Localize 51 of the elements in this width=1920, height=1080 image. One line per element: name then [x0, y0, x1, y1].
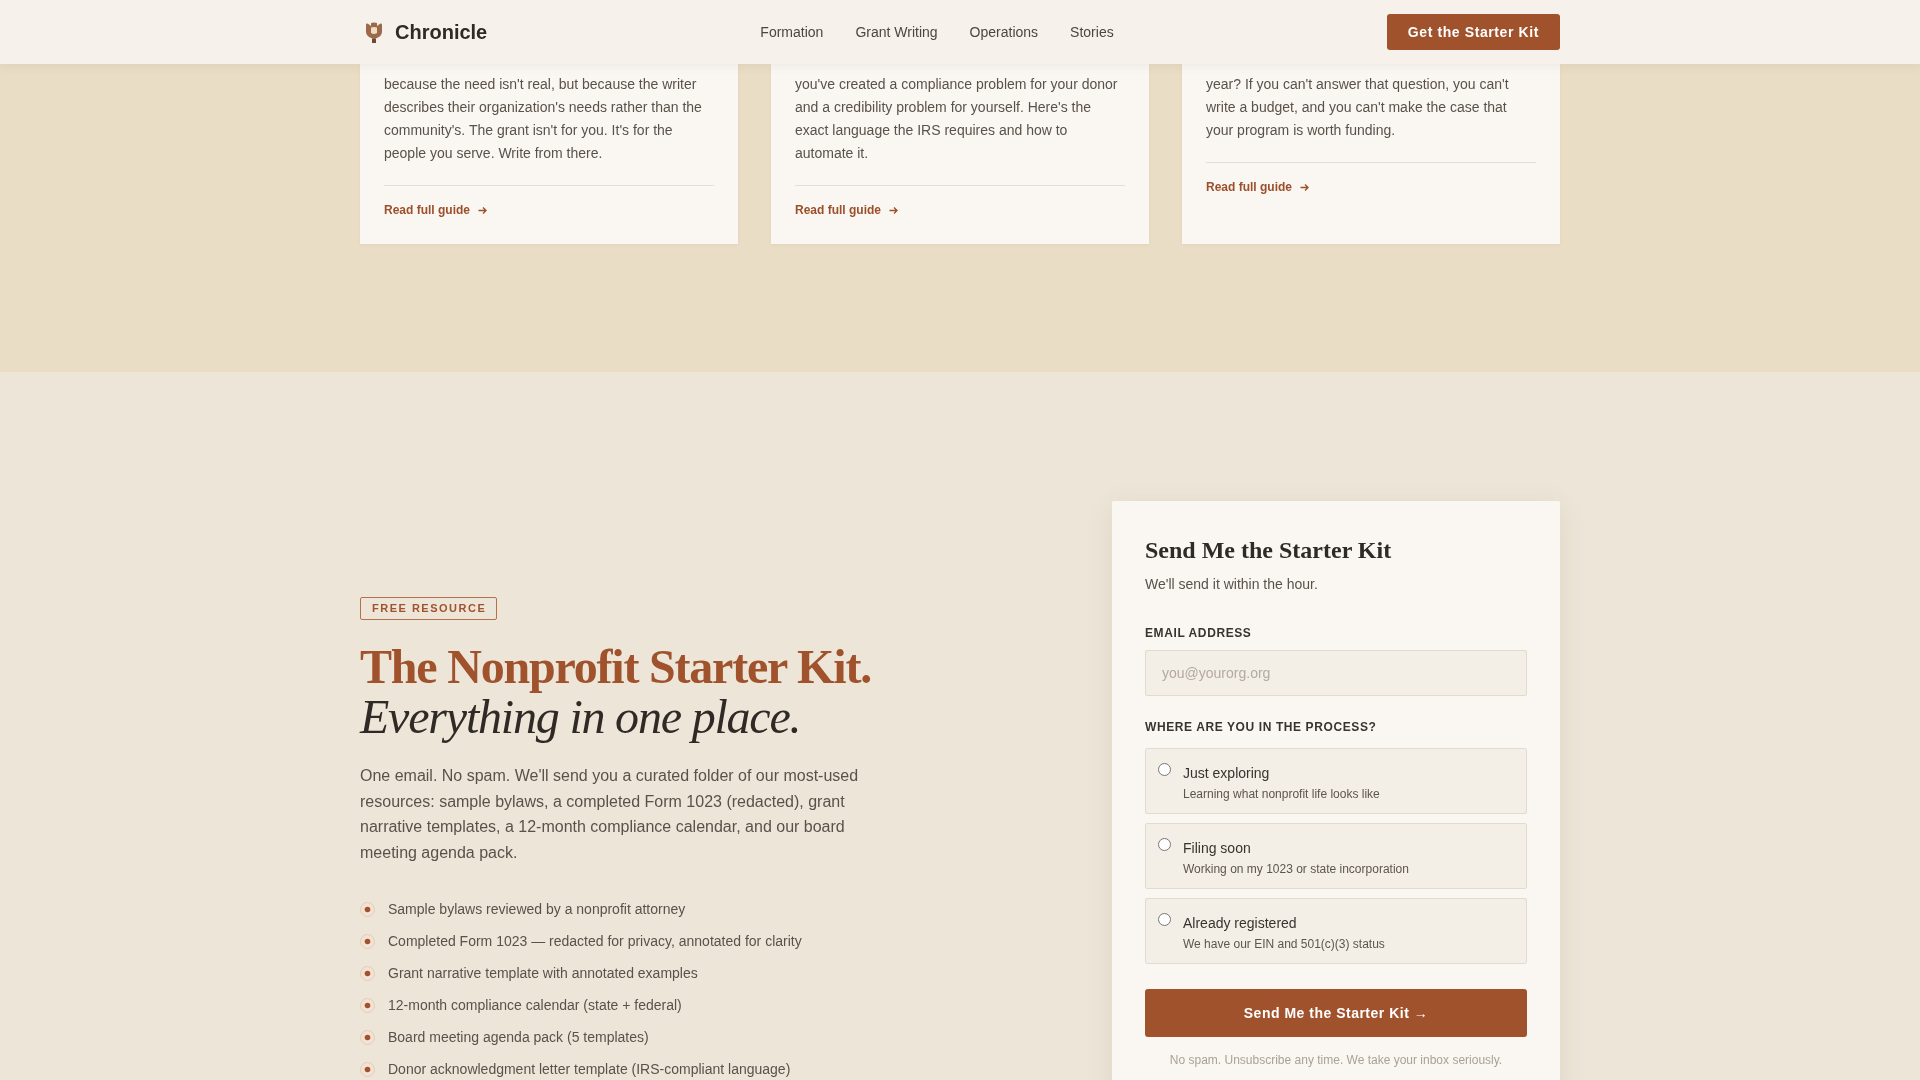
nav-link[interactable]: Grant Writing [855, 24, 938, 40]
feature-text: 12-month compliance calendar (state + federal) [388, 996, 682, 1016]
process-option[interactable]: Just exploring Learning what nonprofit life looks like [1145, 748, 1527, 814]
resource-tag: FREE RESOURCE [360, 597, 498, 620]
option-description: We have our EIN and 501(c)(3) status [1183, 936, 1385, 952]
read-guide-link[interactable]: Read full guide [795, 202, 898, 218]
nav-link[interactable]: Formation [760, 24, 824, 40]
kit-heading: The Nonprofit Starter Kit. [360, 642, 872, 692]
arrow-right-icon [1300, 182, 1309, 192]
process-option[interactable]: Already registered We have our EIN and 501(c)(3) status [1145, 898, 1527, 964]
bullet-icon [360, 1029, 375, 1045]
field-label: WHERE ARE YOU IN THE PROCESS? [1145, 719, 1378, 735]
radio-button[interactable] [1158, 763, 1171, 776]
radio-button[interactable] [1158, 838, 1171, 851]
arrow-right-icon [478, 205, 487, 215]
radio-button[interactable] [1158, 913, 1171, 926]
guide-excerpt: because the need isn't real, but because the writer describes their organization's needs rather than the community's. The grant isn't for you. It's for the people you serve. Write from there. [384, 75, 703, 163]
field-label: EMAIL ADDRESS [1145, 625, 1253, 641]
feature-text: Completed Form 1023 — redacted for privacy, annotated for clarity [388, 932, 802, 952]
read-guide-link[interactable]: Read full guide [1206, 179, 1309, 195]
kit-description: One email. No spam. We'll send you a curated folder of our most-used resources: sample bylaws, a completed Form 1023 (redacted), grant narrative templates, a 12-month compliance calendar, and our board meeting agenda pack. [360, 766, 860, 863]
feature-text: Board meeting agenda pack (5 templates) [388, 1028, 649, 1048]
read-guide-link[interactable]: Read full guide [384, 202, 487, 218]
feature-text: Donor acknowledgment letter template (IRS-compliant language) [388, 1060, 791, 1080]
submit-button[interactable]: Send Me the Starter Kit → [1145, 989, 1527, 1037]
feature-text: Grant narrative template with annotated examples [388, 964, 698, 984]
bullet-icon [360, 901, 375, 917]
bullet-icon [360, 1061, 375, 1077]
option-title: Filing soon [1183, 839, 1252, 858]
starter-kit-button[interactable]: Get the Starter Kit [1386, 14, 1560, 50]
option-description: Learning what nonprofit life looks like [1183, 786, 1380, 802]
nav-link[interactable]: Operations [969, 24, 1039, 40]
brand-name: Chronicle [395, 20, 488, 44]
arrow-right-icon [889, 205, 898, 215]
guide-excerpt: you've created a compliance problem for your donor and a credibility problem for yourself. Here's the exact language the IRS requires and how to automate it. [795, 75, 1119, 163]
option-title: Just exploring [1183, 764, 1271, 783]
option-description: Working on my 1023 or state incorporation [1183, 861, 1409, 877]
feature-text: Sample bylaws reviewed by a nonprofit attorney [388, 900, 686, 920]
bullet-icon [360, 965, 375, 981]
guide-excerpt: year? If you can't answer that question, you can't write a budget, and you can't make the case that your program is worth funding. [1206, 75, 1510, 140]
bullet-icon [360, 933, 375, 949]
email-field[interactable]: you@yourorg.org [1145, 650, 1527, 696]
form-title: Send Me the Starter Kit [1145, 536, 1393, 565]
bullet-icon [360, 997, 375, 1013]
nav-link[interactable]: Stories [1070, 24, 1114, 40]
process-option[interactable]: Filing soon Working on my 1023 or state incorporation [1145, 823, 1527, 889]
kit-tagline: Everything in one place. [360, 692, 802, 742]
logo-icon [365, 21, 383, 43]
option-title: Already registered [1183, 914, 1298, 933]
form-footnote: No spam. Unsubscribe any time. We take your inbox seriously. [1168, 1052, 1504, 1068]
form-subtitle: We'll send it within the hour. [1145, 575, 1319, 594]
